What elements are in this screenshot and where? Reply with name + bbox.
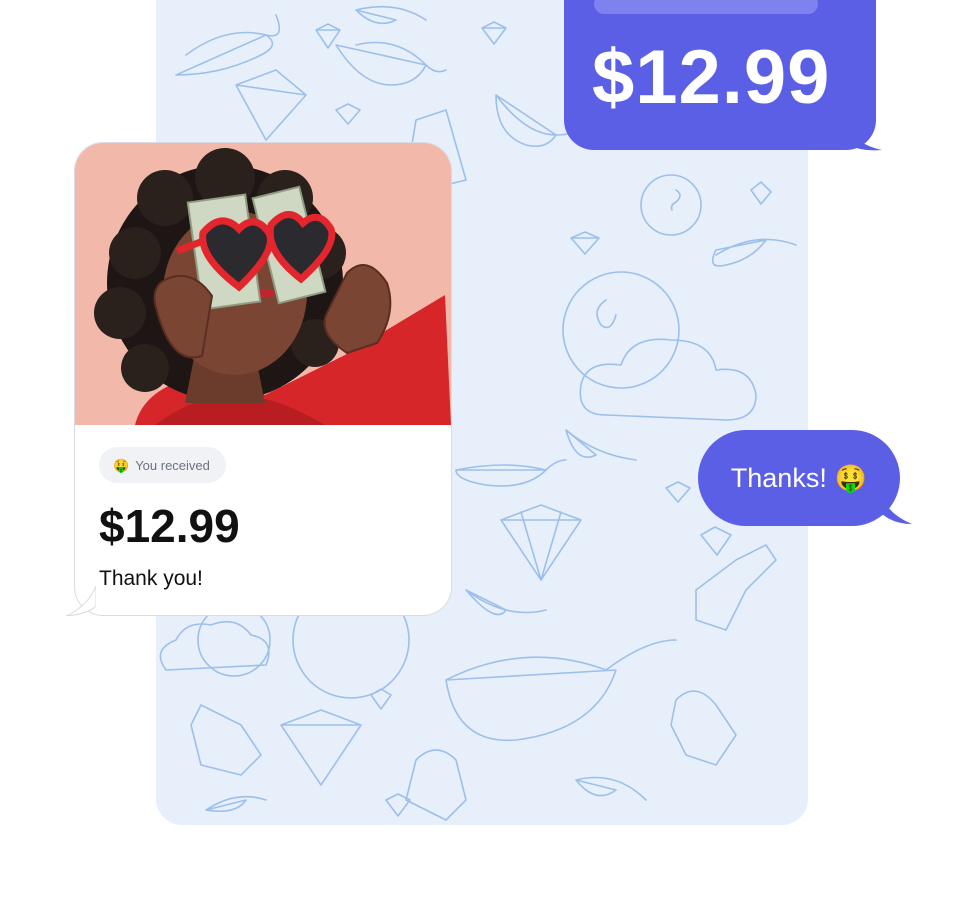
payment-photo: [75, 143, 451, 425]
money-mouth-face-icon: 🤑: [113, 457, 130, 473]
payment-note: Thank you!: [99, 567, 203, 590]
reply-bubble[interactable]: Thanks! 🤑: [698, 430, 900, 526]
received-badge: 🤑 You received: [99, 447, 226, 483]
outgoing-price-bubble[interactable]: $12.99: [564, 0, 876, 150]
incoming-bubble-tail: [66, 586, 96, 616]
reply-text: Thanks!: [730, 462, 827, 493]
money-mouth-face-icon: 🤑: [834, 463, 868, 493]
outgoing-bubble-tail: [846, 124, 882, 151]
reply-bubble-tail: [880, 494, 912, 524]
received-label: You received: [135, 457, 210, 473]
bubble-header-pill: [594, 0, 818, 14]
payment-card[interactable]: 🤑 You received $12.99 Thank you!: [75, 143, 451, 615]
outgoing-price-amount: $12.99: [592, 35, 831, 120]
received-amount: $12.99: [99, 500, 240, 552]
